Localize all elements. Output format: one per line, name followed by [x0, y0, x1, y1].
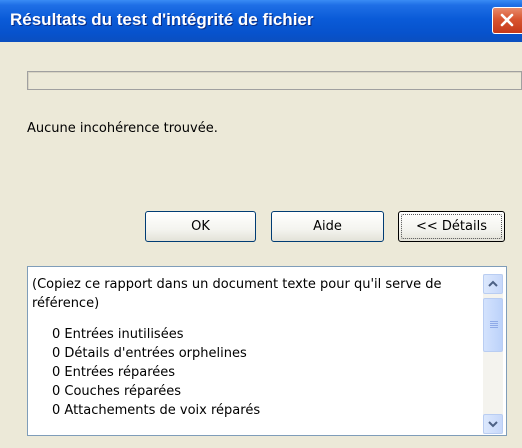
help-button[interactable]: Aide: [271, 211, 384, 242]
report-textbox[interactable]: (Copiez ce rapport dans un document text…: [27, 266, 507, 436]
report-line: 0 Entrées inutilisées: [52, 327, 184, 342]
report-line: 0 Détails d'entrées orphelines: [52, 346, 247, 361]
close-icon: [500, 13, 514, 27]
title-bar[interactable]: Résultats du test d'intégrité de fichier: [0, 0, 522, 42]
grip-icon: [490, 321, 498, 329]
details-button[interactable]: << Détails: [398, 211, 505, 242]
close-button[interactable]: [492, 7, 522, 34]
report-line: 0 Couches réparées: [52, 384, 182, 399]
report-line: 0 Attachements de voix réparés: [52, 403, 261, 418]
scroll-thumb[interactable]: [483, 298, 503, 352]
scroll-down-button[interactable]: [483, 414, 503, 434]
progress-bar: [27, 71, 522, 90]
report-intro: (Copiez ce rapport dans un document text…: [32, 277, 442, 311]
window-title: Résultats du test d'intégrité de fichier: [10, 10, 314, 29]
scroll-up-button[interactable]: [483, 274, 503, 294]
report-line: 0 Entrées réparées: [52, 365, 176, 380]
ok-button[interactable]: OK: [145, 211, 256, 242]
arrow-up-icon: [488, 280, 498, 287]
report-lines: 0 Entrées inutilisées 0 Détails d'entrée…: [32, 325, 477, 420]
arrow-down-icon: [488, 421, 498, 428]
status-message: Aucune incohérence trouvée.: [27, 121, 218, 136]
report-content: (Copiez ce rapport dans un document text…: [32, 275, 477, 420]
report-scrollbar[interactable]: [483, 274, 503, 434]
